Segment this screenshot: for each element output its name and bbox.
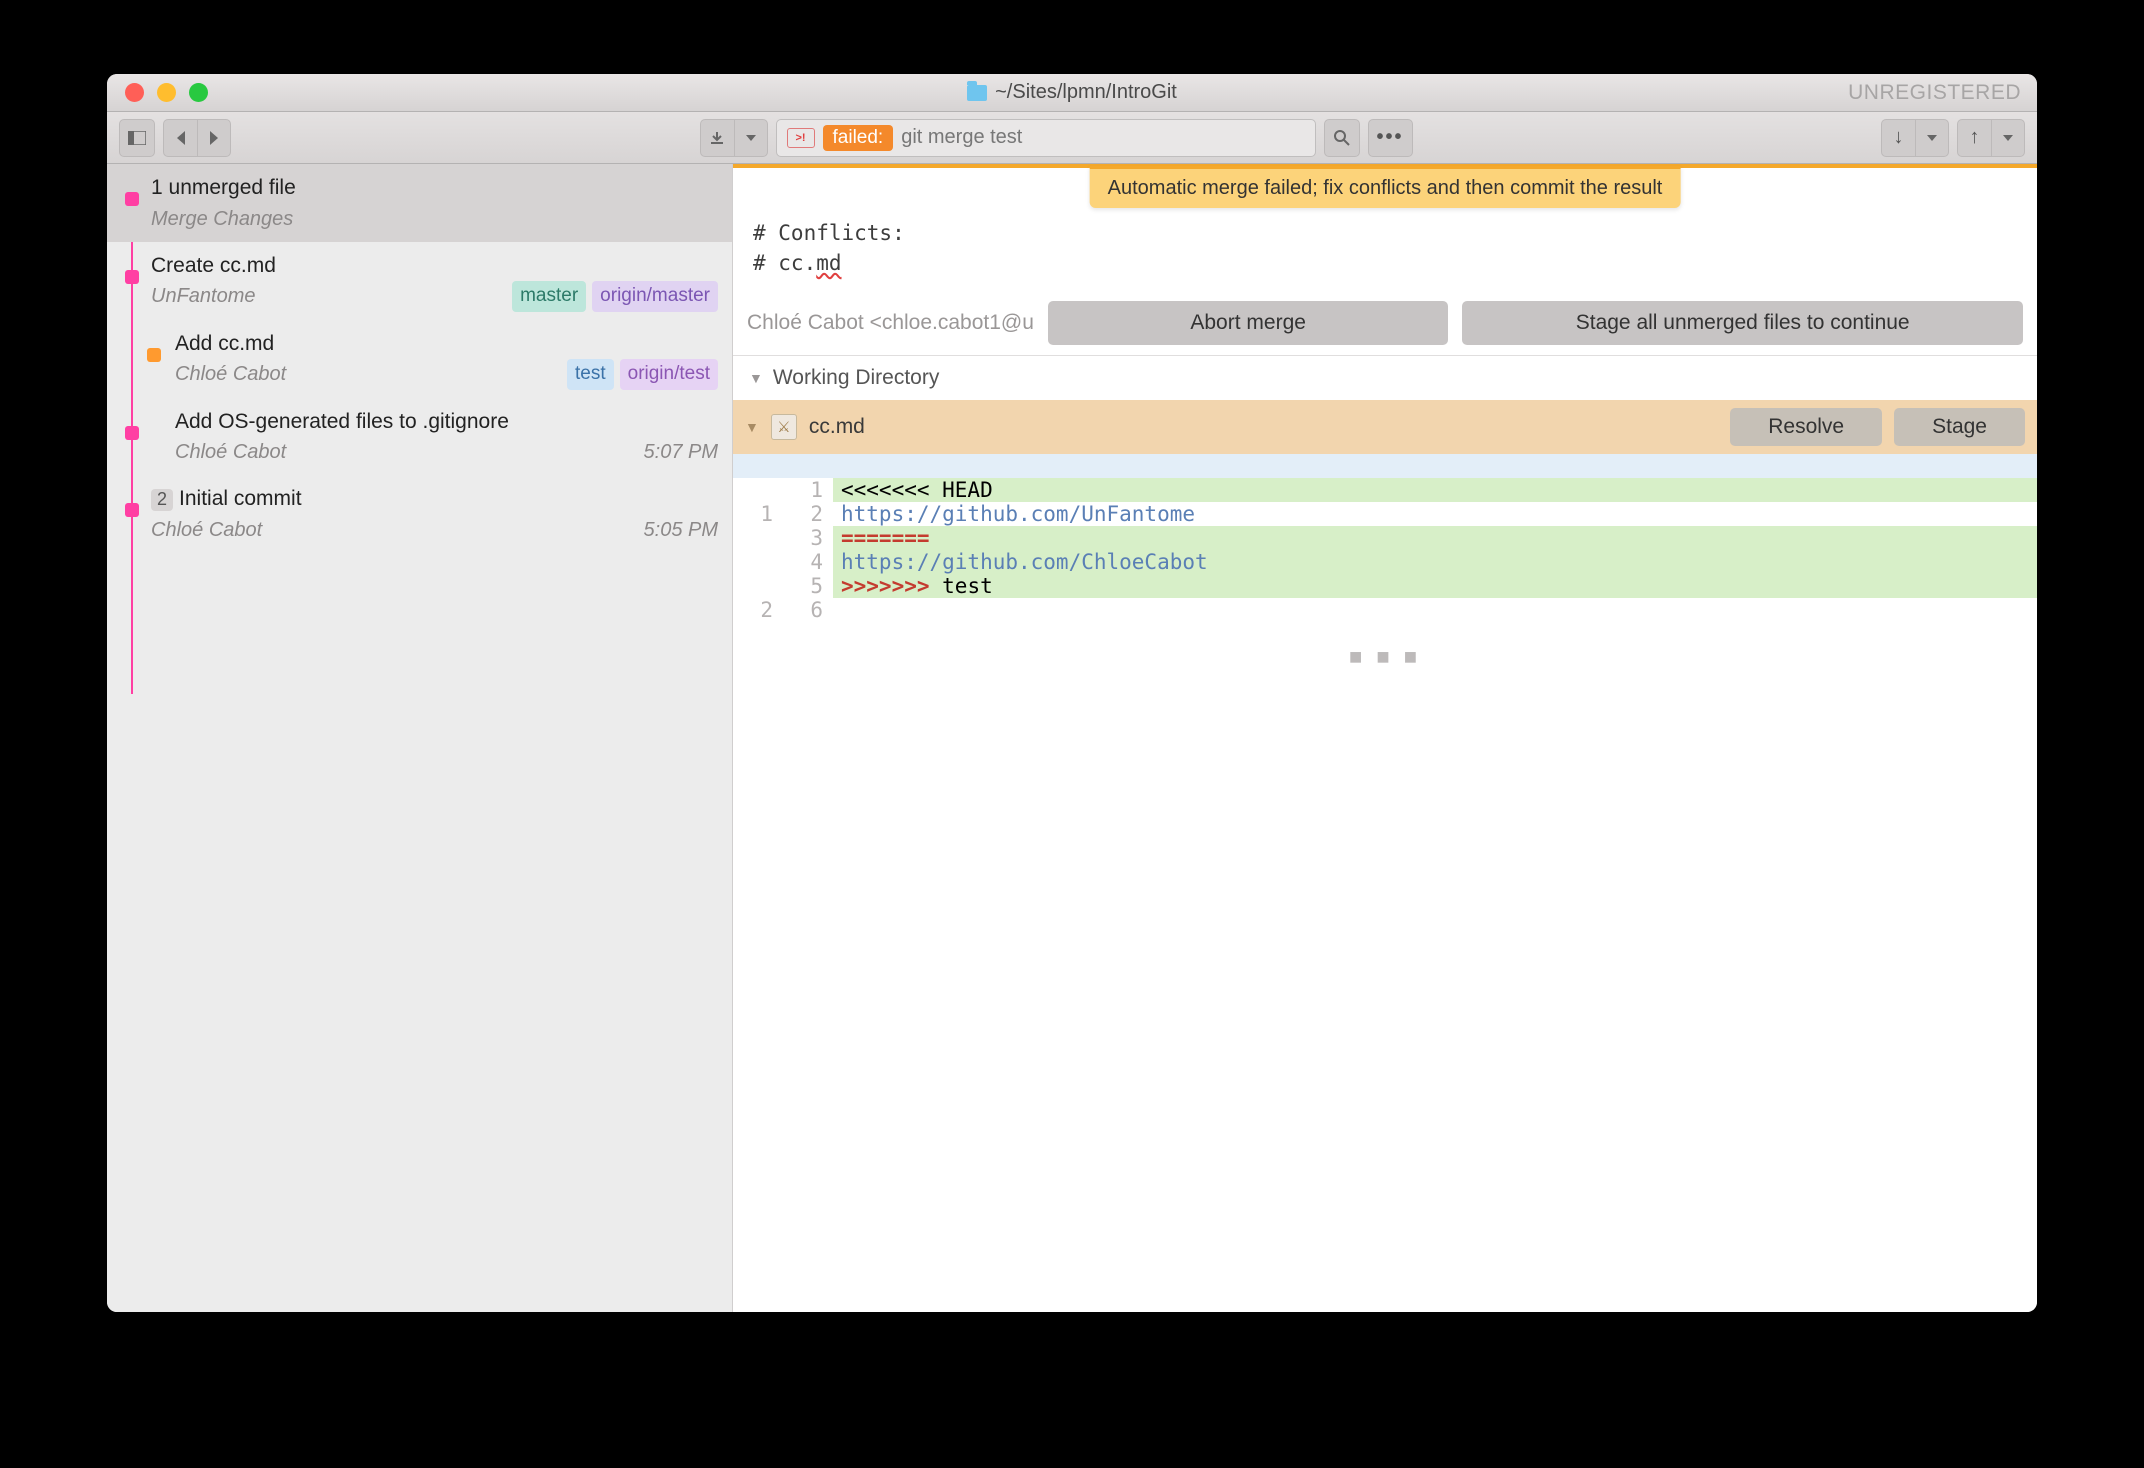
graph-node-icon — [125, 426, 139, 440]
commit-subtitle: Chloé Cabot test origin/test — [175, 359, 718, 390]
commit-message-line: # cc.md — [753, 248, 2017, 278]
diff-line: https://github.com/ChloeCabot — [833, 550, 2037, 574]
terminal-error-icon: >! — [787, 128, 815, 148]
minimize-window-button[interactable] — [157, 83, 176, 102]
file-name: cc.md — [809, 415, 1718, 439]
branch-badge[interactable]: origin/test — [620, 359, 718, 390]
body: 1 unmerged file Merge Changes Create cc.… — [107, 164, 2037, 1312]
abort-merge-button[interactable]: Abort merge — [1048, 301, 1448, 345]
forward-button[interactable] — [197, 119, 231, 157]
commit-time: 5:05 PM — [644, 515, 718, 545]
resolve-button[interactable]: Resolve — [1730, 408, 1882, 446]
commit-title: 2Initial commit — [151, 483, 718, 515]
toolbar: >! failed: git merge test ••• — [107, 112, 2037, 164]
more-button[interactable]: ••• — [1368, 119, 1413, 157]
commit-title: Create cc.md — [151, 250, 718, 282]
conflicted-file-row[interactable]: ▼ ⚔ cc.md Resolve Stage — [733, 400, 2037, 454]
merge-failed-banner: Automatic merge failed; fix conflicts an… — [1090, 166, 1681, 208]
merge-action-row: Chloé Cabot <chloe.cabot1@u Abort merge … — [733, 291, 2037, 356]
pull-group — [1881, 119, 1949, 157]
diff-line: <<<<<<< HEAD — [833, 478, 2037, 502]
commit-row[interactable]: Add OS-generated files to .gitignore Chl… — [107, 398, 732, 476]
pull-menu-button[interactable] — [1915, 119, 1949, 157]
push-group — [1957, 119, 2025, 157]
section-label: Working Directory — [773, 366, 939, 390]
commit-title: Add OS-generated files to .gitignore — [175, 406, 718, 438]
sidebar-toggle-button[interactable] — [119, 119, 155, 157]
app-window: ~/Sites/lpmn/IntroGit UNREGISTERED — [107, 74, 2037, 1312]
commit-list: 1 unmerged file Merge Changes Create cc.… — [107, 164, 733, 1312]
commit-row[interactable]: 2Initial commit Chloé Cabot 5:05 PM — [107, 475, 732, 553]
conflict-icon: ⚔ — [771, 414, 797, 440]
graph-node-icon — [125, 270, 139, 284]
command-bar[interactable]: >! failed: git merge test — [776, 119, 1316, 157]
branch-badge[interactable]: origin/master — [592, 281, 718, 312]
graph-node-icon — [147, 348, 161, 362]
pull-button[interactable] — [1881, 119, 1915, 157]
commit-subtitle: Chloé Cabot 5:05 PM — [151, 515, 718, 545]
search-button[interactable] — [1324, 119, 1360, 157]
diff-line: ======= — [833, 526, 2037, 550]
stash-menu-button[interactable] — [734, 119, 768, 157]
disclosure-triangle-icon: ▼ — [745, 419, 759, 435]
diff-line: >>>>>>> test — [833, 574, 2037, 598]
count-badge: 2 — [151, 489, 173, 511]
unregistered-label: UNREGISTERED — [1848, 81, 2021, 105]
hunk-separator: ■ ■ ■ — [733, 622, 2037, 692]
window-title-text: ~/Sites/lpmn/IntroGit — [995, 81, 1177, 104]
diff-line: https://github.com/UnFantome — [833, 502, 2037, 526]
titlebar: ~/Sites/lpmn/IntroGit UNREGISTERED — [107, 74, 2037, 112]
nav-group — [163, 119, 231, 157]
disclosure-triangle-icon: ▼ — [749, 370, 763, 386]
graph-node-icon — [125, 192, 139, 206]
commit-subtitle: UnFantome master origin/master — [151, 281, 718, 312]
window-title: ~/Sites/lpmn/IntroGit — [107, 81, 2037, 104]
command-text: git merge test — [901, 126, 1022, 149]
stash-group — [700, 119, 768, 157]
branch-badge[interactable]: master — [512, 281, 586, 312]
graph-node-icon — [125, 503, 139, 517]
close-window-button[interactable] — [125, 83, 144, 102]
traffic-lights — [107, 83, 208, 102]
detail-pane: Automatic merge failed; fix conflicts an… — [733, 164, 2037, 1312]
commit-title: 1 unmerged file — [151, 172, 718, 204]
push-menu-button[interactable] — [1991, 119, 2025, 157]
zoom-window-button[interactable] — [189, 83, 208, 102]
author-field[interactable]: Chloé Cabot <chloe.cabot1@u — [747, 311, 1034, 335]
commit-title: Add cc.md — [175, 328, 718, 360]
commit-row[interactable]: 1 unmerged file Merge Changes — [107, 164, 732, 242]
commit-time: 5:07 PM — [644, 437, 718, 467]
working-directory-header[interactable]: ▼ Working Directory — [733, 356, 2037, 400]
commit-message-line: # Conflicts: — [753, 218, 2017, 248]
failed-badge: failed: — [823, 125, 894, 151]
commit-subtitle: Merge Changes — [151, 204, 718, 234]
back-button[interactable] — [163, 119, 197, 157]
push-button[interactable] — [1957, 119, 1991, 157]
branch-badge[interactable]: test — [567, 359, 614, 390]
folder-icon — [967, 85, 987, 101]
diff-line — [833, 598, 2037, 622]
commit-row[interactable]: Add cc.md Chloé Cabot test origin/test — [107, 320, 732, 398]
ellipsis-icon: ••• — [1377, 126, 1404, 149]
diff-view: 1<<<<<<< HEAD 12https://github.com/UnFan… — [733, 454, 2037, 622]
commit-row[interactable]: Create cc.md UnFantome master origin/mas… — [107, 242, 732, 320]
stash-button[interactable] — [700, 119, 734, 157]
stage-all-button[interactable]: Stage all unmerged files to continue — [1462, 301, 2023, 345]
stage-file-button[interactable]: Stage — [1894, 408, 2025, 446]
commit-subtitle: Chloé Cabot 5:07 PM — [175, 437, 718, 467]
